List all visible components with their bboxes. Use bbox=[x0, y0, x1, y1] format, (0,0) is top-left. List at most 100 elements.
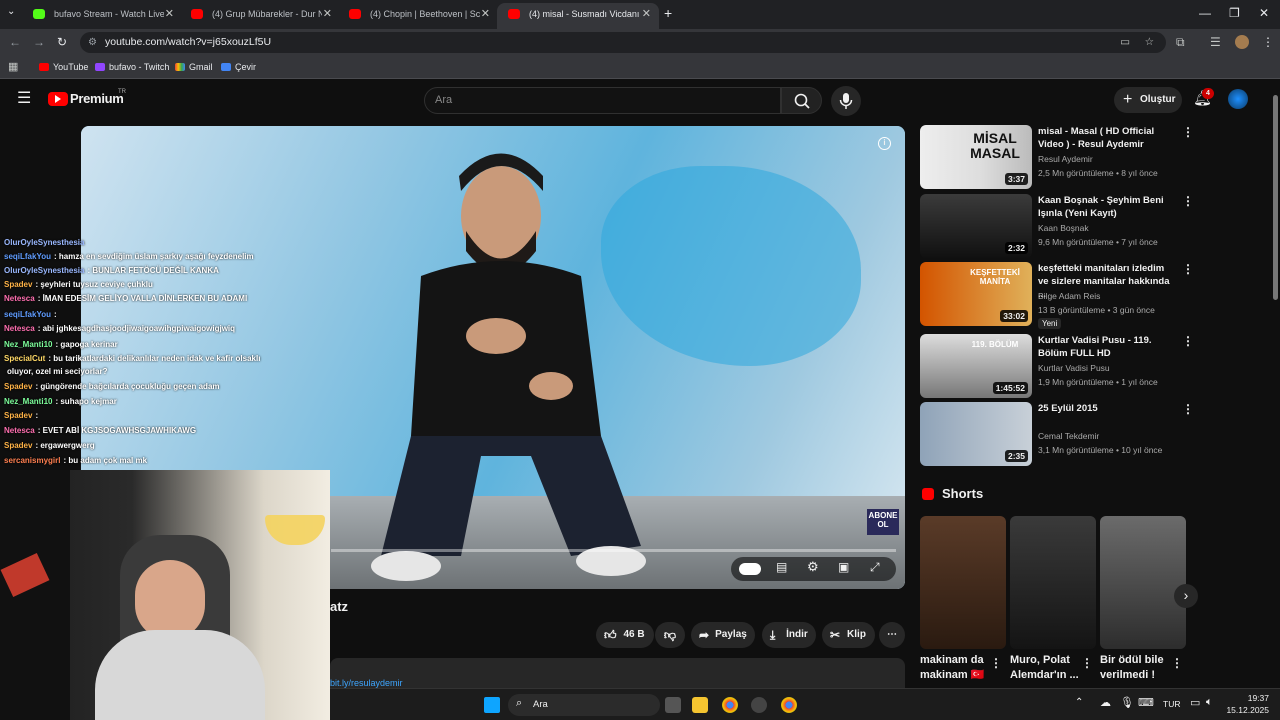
forward-icon[interactable]: → bbox=[33, 35, 45, 49]
chat-username[interactable]: OlurOyleSynesthesia bbox=[4, 238, 84, 247]
bookmark-twitch[interactable]: bufavo - Twitch bbox=[95, 60, 169, 74]
short-menu-kebab-icon[interactable]: ⋮ bbox=[1081, 656, 1093, 670]
window-close-icon[interactable]: ✕ bbox=[1259, 6, 1269, 20]
chat-username[interactable]: seqiLfakYou bbox=[4, 252, 51, 261]
close-icon[interactable]: ✕ bbox=[642, 3, 651, 25]
bookmark-youtube[interactable]: YouTube bbox=[39, 60, 88, 74]
description-box[interactable] bbox=[330, 658, 905, 688]
chat-username[interactable]: Netesca bbox=[4, 294, 35, 303]
short-title[interactable]: Muro, Polat Alemdar'ın ... bbox=[1010, 653, 1092, 683]
tab-misal-active[interactable]: (4) misal - Susmadı Vicdanım Fl ✕ bbox=[497, 3, 659, 29]
new-tab-icon[interactable]: + bbox=[664, 5, 672, 21]
chat-username[interactable]: Nez_Manti10 bbox=[4, 397, 52, 406]
clip-button[interactable]: ✂ Klip bbox=[822, 622, 875, 648]
minimize-icon[interactable]: — bbox=[1199, 6, 1211, 20]
progress-bar[interactable] bbox=[331, 549, 896, 552]
address-bar[interactable]: ⚙ youtube.com/watch?v=j65xouzLf5U ▭ ☆ bbox=[80, 32, 1166, 53]
more-options-icon[interactable]: ⋮ bbox=[1182, 195, 1194, 207]
chrome-icon[interactable] bbox=[722, 697, 738, 713]
search-input[interactable]: Ara bbox=[424, 87, 781, 114]
recommendation-title[interactable]: 25 Eylül 2015 bbox=[1038, 402, 1174, 415]
app-icon[interactable] bbox=[751, 697, 767, 713]
recommendation-thumbnail[interactable]: 2:35 bbox=[920, 402, 1032, 466]
search-button[interactable] bbox=[781, 87, 822, 114]
tab-chopin[interactable]: (4) Chopin | Beethoven | Schub ✕ bbox=[338, 3, 498, 29]
cast-icon[interactable]: ▭ bbox=[1120, 32, 1130, 53]
bookmark-translate[interactable]: Çevir bbox=[221, 60, 256, 74]
share-button[interactable]: ➦ Paylaş bbox=[691, 622, 755, 648]
scrollbar-thumb[interactable] bbox=[1273, 95, 1278, 300]
channel-name[interactable]: Kurtlar Vadisi Pusu bbox=[1038, 363, 1110, 373]
recommendation-item[interactable]: MİSAL MASAL 3:37 misal - Masal ( HD Offici… bbox=[920, 125, 1194, 189]
channel-name[interactable]: Cemal Tekdemir bbox=[1038, 431, 1099, 441]
settings-gear-icon[interactable]: ⚙ bbox=[807, 559, 819, 575]
microphone-icon[interactable]: 🎙︎ bbox=[1120, 696, 1134, 709]
site-info-icon[interactable]: ⚙ bbox=[88, 32, 97, 53]
miniplayer-icon[interactable]: ▣ bbox=[838, 560, 849, 574]
taskbar-search[interactable]: ⌕ Ara bbox=[508, 694, 660, 716]
more-options-icon[interactable]: ⋮ bbox=[1182, 126, 1194, 138]
more-options-icon[interactable]: ⋮ bbox=[1182, 335, 1194, 347]
account-avatar[interactable] bbox=[1228, 89, 1248, 109]
recommendation-item[interactable]: KEŞFETTEKİ MANİTA 33:02 keşfetteki manital… bbox=[920, 262, 1194, 329]
recommendation-title[interactable]: Kaan Boşnak - Şeyhim Beni Işınla (Yeni K… bbox=[1038, 194, 1174, 220]
close-icon[interactable]: ✕ bbox=[165, 3, 174, 25]
chrome-icon[interactable] bbox=[781, 697, 797, 713]
browser-menu-icon[interactable]: ⋮ bbox=[1262, 35, 1274, 49]
chat-username[interactable]: seqiLfakYou bbox=[4, 310, 51, 319]
recommendation-item[interactable]: 2:35 25 Eylül 2015 Cemal Tekdemir 3,1 Mn gö… bbox=[920, 402, 1194, 466]
short-menu-kebab-icon[interactable]: ⋮ bbox=[1171, 656, 1183, 670]
close-icon[interactable]: ✕ bbox=[323, 3, 332, 25]
bookmark-star-icon[interactable]: ☆ bbox=[1145, 32, 1154, 53]
input-language[interactable]: TUR bbox=[1163, 699, 1180, 709]
clock-time[interactable]: 19:37 bbox=[1233, 693, 1269, 703]
autoplay-toggle[interactable] bbox=[739, 563, 761, 575]
chat-username[interactable]: Netesca bbox=[4, 324, 35, 333]
dislike-button[interactable]: 👎︎ bbox=[655, 622, 685, 648]
channel-name[interactable]: Resul Aydemir bbox=[1038, 154, 1093, 164]
back-icon[interactable]: ← bbox=[9, 35, 21, 49]
chat-username[interactable]: OlurOyleSynesthesia bbox=[4, 266, 84, 275]
recommendation-thumbnail[interactable]: MİSAL MASAL 3:37 bbox=[920, 125, 1032, 189]
network-icon[interactable]: ▭ bbox=[1190, 696, 1200, 709]
tab-search-icon[interactable]: ⌄ bbox=[7, 6, 15, 17]
close-icon[interactable]: ✕ bbox=[481, 3, 490, 25]
recommendation-title[interactable]: misal - Masal ( HD Official Video ) - Re… bbox=[1038, 125, 1174, 151]
chat-username[interactable]: Spadev bbox=[4, 382, 32, 391]
more-options-icon[interactable]: ⋮ bbox=[1182, 403, 1194, 415]
chat-username[interactable]: Nez_Manti10 bbox=[4, 340, 52, 349]
file-explorer-icon[interactable] bbox=[692, 697, 708, 713]
short-thumbnail-3[interactable] bbox=[1100, 516, 1186, 649]
volume-icon[interactable]: 🔈︎ bbox=[1206, 696, 1213, 709]
voice-search-button[interactable] bbox=[831, 86, 861, 116]
keyboard-icon[interactable]: ⌨ bbox=[1138, 696, 1154, 709]
tray-chevron-icon[interactable]: ⌃ bbox=[1075, 697, 1083, 708]
recommendation-thumbnail[interactable]: 119. BÖLÜM 1:45:52 bbox=[920, 334, 1032, 398]
channel-name[interactable]: Bilge Adam Reis bbox=[1038, 291, 1100, 301]
hamburger-menu-icon[interactable]: ☰ bbox=[17, 90, 31, 108]
tray-app-icon[interactable]: ☁ bbox=[1100, 696, 1111, 709]
bookmark-gmail[interactable]: Gmail bbox=[175, 60, 213, 74]
chat-username[interactable]: Spadev bbox=[4, 411, 32, 420]
youtube-logo-icon[interactable] bbox=[48, 92, 68, 106]
recommendation-item[interactable]: 119. BÖLÜM 1:45:52 Kurtlar Vadisi Pusu - 1… bbox=[920, 334, 1194, 398]
channel-name[interactable]: Kaan Boşnak bbox=[1038, 223, 1089, 233]
chat-username[interactable]: sercanismygirl bbox=[4, 456, 60, 465]
chat-username[interactable]: Netesca bbox=[4, 426, 35, 435]
like-button[interactable]: 👍︎ 46 B bbox=[596, 622, 654, 648]
reload-icon[interactable]: ↻ bbox=[57, 35, 67, 49]
tab-grup-mubarekler[interactable]: (4) Grup Mübarekler - Dur Nam ✕ bbox=[180, 3, 340, 29]
short-thumbnail-2[interactable] bbox=[1010, 516, 1096, 649]
info-icon[interactable]: i bbox=[878, 137, 891, 150]
short-title[interactable]: Bir ödül bile verilmedi ! bbox=[1100, 653, 1182, 683]
shorts-next-chevron-icon[interactable]: › bbox=[1174, 584, 1198, 608]
short-thumbnail-1[interactable] bbox=[920, 516, 1006, 649]
download-button[interactable]: ⤓ İndir bbox=[762, 622, 816, 648]
short-menu-kebab-icon[interactable]: ⋮ bbox=[990, 656, 1002, 670]
recommendation-title[interactable]: Kurtlar Vadisi Pusu - 119. Bölüm FULL HD bbox=[1038, 334, 1174, 360]
recommendation-thumbnail[interactable]: 2:32 bbox=[920, 194, 1032, 258]
tab-bufavo[interactable]: bufavo Stream - Watch Live on ✕ bbox=[22, 3, 182, 29]
create-button[interactable]: + Oluştur bbox=[1114, 87, 1182, 113]
chat-username[interactable]: Spadev bbox=[4, 280, 32, 289]
subtitles-icon[interactable]: ▤ bbox=[776, 560, 787, 574]
